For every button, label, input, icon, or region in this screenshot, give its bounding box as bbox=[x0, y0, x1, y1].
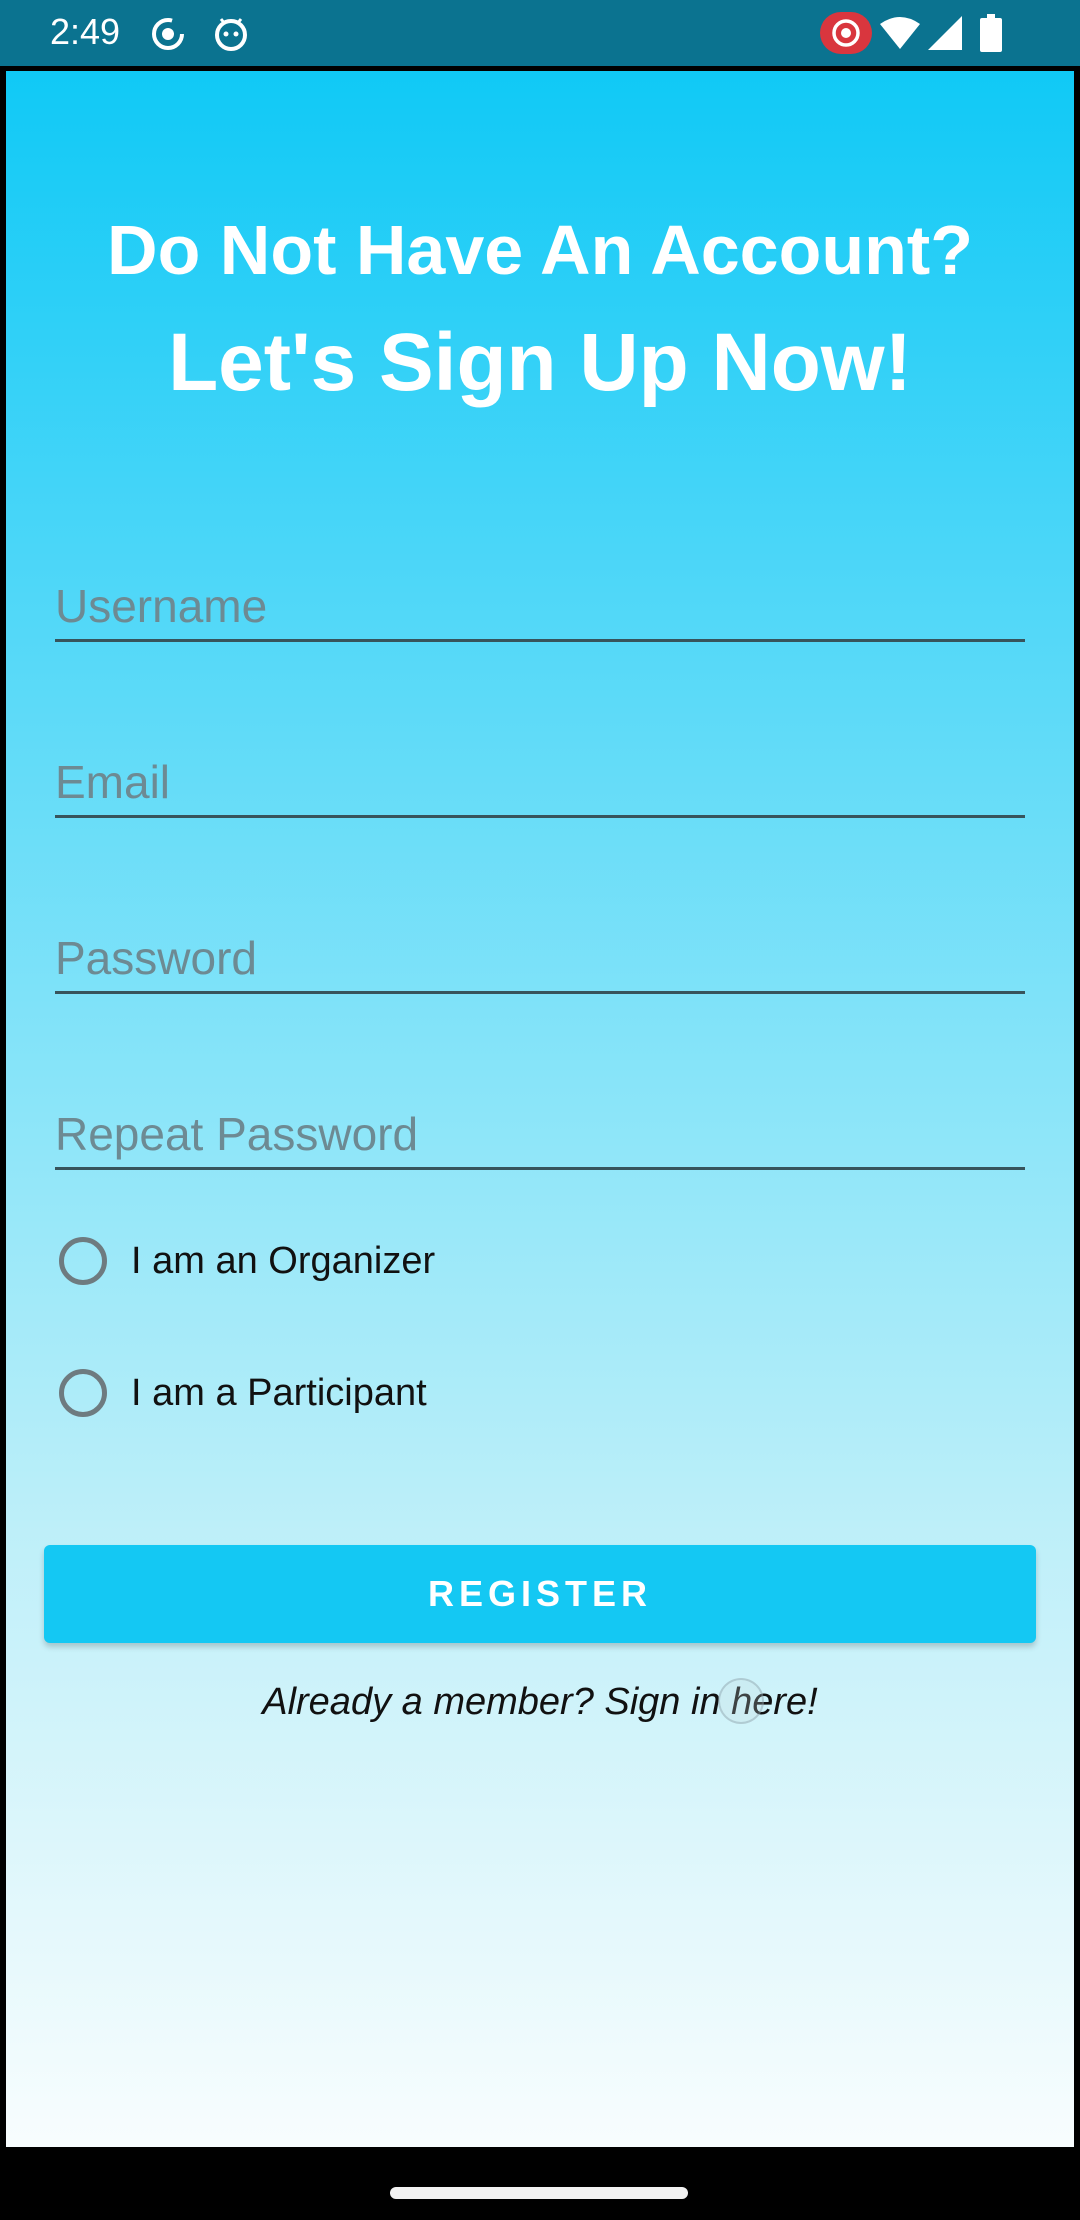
password-input[interactable] bbox=[55, 931, 1025, 985]
repeat-password-field[interactable] bbox=[55, 1083, 1025, 1170]
participant-radio-option[interactable]: I am a Participant bbox=[59, 1363, 427, 1423]
android-debug-icon bbox=[212, 15, 250, 53]
username-input[interactable] bbox=[55, 579, 1025, 633]
touch-indicator bbox=[718, 1678, 764, 1724]
email-field[interactable] bbox=[55, 731, 1025, 818]
email-input[interactable] bbox=[55, 755, 1025, 809]
record-indicator-icon bbox=[820, 12, 872, 54]
organizer-radio-option[interactable]: I am an Organizer bbox=[59, 1231, 435, 1291]
header-title: Let's Sign Up Now! bbox=[168, 317, 912, 408]
organizer-radio-label[interactable]: I am an Organizer bbox=[131, 1240, 435, 1283]
cell-signal-icon bbox=[928, 16, 962, 50]
navigation-bar bbox=[0, 2147, 1080, 2220]
repeat-password-input[interactable] bbox=[55, 1107, 1025, 1161]
password-field[interactable] bbox=[55, 907, 1025, 994]
screen-record-icon bbox=[150, 16, 186, 52]
phone-screen: 2:49 Do Not Have An Account? Let's Sign … bbox=[0, 0, 1080, 2220]
header-question: Do Not Have An Account? bbox=[107, 211, 973, 289]
wifi-icon bbox=[880, 16, 920, 50]
home-gesture-handle[interactable] bbox=[390, 2187, 688, 2199]
signup-screen: Do Not Have An Account? Let's Sign Up No… bbox=[6, 71, 1074, 2147]
username-field[interactable] bbox=[55, 555, 1025, 642]
battery-icon bbox=[980, 14, 1002, 52]
participant-radio-label[interactable]: I am a Participant bbox=[131, 1372, 427, 1415]
status-bar: 2:49 bbox=[0, 0, 1080, 66]
organizer-radio-button[interactable] bbox=[59, 1237, 107, 1285]
participant-radio-button[interactable] bbox=[59, 1369, 107, 1417]
status-time: 2:49 bbox=[50, 11, 121, 52]
register-button[interactable]: REGISTER bbox=[44, 1545, 1036, 1643]
signin-link[interactable]: Already a member? Sign in here! bbox=[6, 1681, 1074, 1724]
